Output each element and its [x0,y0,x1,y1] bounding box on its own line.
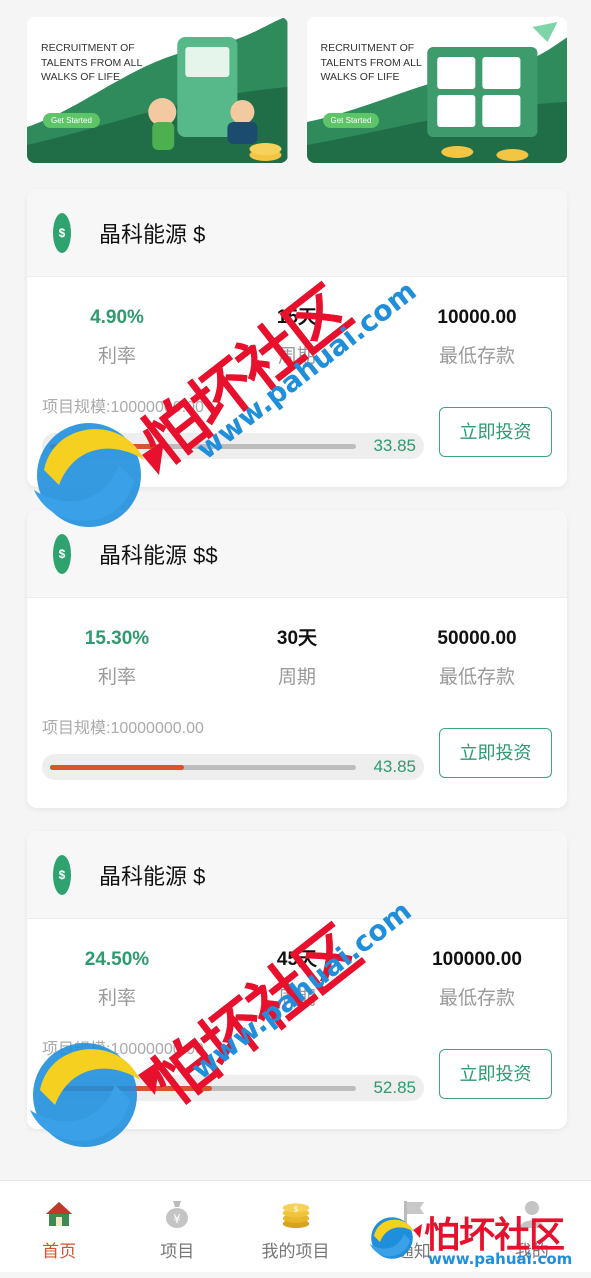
tab-label: 项目 [160,1242,195,1261]
tab-label: 首页 [42,1242,77,1261]
user-icon [517,1199,547,1229]
invest-now-button[interactable]: 立即投资 [439,407,552,457]
banner-text: RECRUITMENT OF TALENTS FROM ALL WALKS OF… [41,42,142,83]
tab-label: 我的项目 [261,1242,330,1261]
banner-illustration [27,17,288,163]
coins-icon: $ [281,1199,311,1229]
min-deposit-value: 10000.00 [437,307,517,328]
min-deposit-label: 最低存款 [438,346,515,367]
banner-recruitment-1[interactable]: RECRUITMENT OF TALENTS FROM ALL WALKS OF… [27,17,288,163]
product-stats: 4.90% 利率 15天周期 10000.00 最低存款 [27,277,567,368]
tab-my-projects[interactable]: $ 我的项目 [236,1181,354,1272]
banner-recruitment-2[interactable]: RECRUITMENT OF TALENTS FROM ALL WALKS OF… [306,17,567,163]
banner-illustration [306,22,567,163]
period-label: 周期 [277,346,316,367]
progress-percent: 52.85 [373,1078,416,1097]
min-deposit-label: 最低存款 [438,667,515,688]
period-label: 周期 [277,667,316,688]
rate-value: 15.30% [84,628,150,649]
invest-now-button[interactable]: 立即投资 [439,728,552,778]
rate-label: 利率 [97,667,136,688]
rate-label: 利率 [97,988,136,1009]
banner-row: RECRUITMENT OF TALENTS FROM ALL WALKS OF… [27,17,567,163]
min-deposit-value: 50000.00 [437,628,517,649]
product-stats: 24.50% 利率 45天周期 100000.00 最低存款 [27,919,567,1010]
card-header: $ 晶科能源 $ [27,831,567,919]
tab-home[interactable]: 首页 [0,1181,118,1272]
rate-value: 24.50% [84,949,150,970]
period-value: 30天 [276,628,318,649]
svg-text:$: $ [293,1204,298,1213]
invest-now-button[interactable]: 立即投资 [439,1049,552,1099]
progress-fill [50,765,185,770]
progress-percent: 33.85 [373,436,416,455]
flag-icon [399,1199,429,1229]
period-label: 周期 [277,988,316,1009]
min-deposit-value: 100000.00 [432,949,522,970]
home-icon [44,1199,74,1229]
progress-percent: 43.85 [373,757,416,776]
get-started-button[interactable]: Get Started [322,113,380,128]
coin-icon: $ [53,212,71,253]
svg-text:¥: ¥ [173,1212,181,1226]
fish-logo-icon [30,1043,160,1147]
card-header: $ 晶科能源 $ [27,189,567,277]
tab-mine[interactable]: 我的 [473,1181,591,1272]
fish-logo-icon [34,423,164,527]
bottom-tab-bar: 首页 ¥ 项目 $ 我的项目 通知 我的 [0,1180,591,1272]
period-value: 15天 [276,307,318,328]
tab-label: 我的 [514,1242,549,1261]
coin-icon: $ [53,854,71,895]
product-name: 晶科能源 $ [99,221,206,247]
tab-label: 通知 [396,1242,431,1261]
project-scale: 项目规模:10000000.00 [42,720,204,737]
period-value: 45天 [276,949,318,970]
tab-notice[interactable]: 通知 [355,1181,473,1272]
banner-text: RECRUITMENT OF TALENTS FROM ALL WALKS OF… [320,42,422,83]
product-card: $ 晶科能源 $$ 15.30% 利率 30天 周期 50000.00 最低存款 项目… [27,510,567,808]
progress-track [50,765,356,770]
money-bag-icon: ¥ [162,1199,192,1229]
rate-label: 利率 [97,346,136,367]
min-deposit-label: 最低存款 [438,988,515,1009]
tab-projects[interactable]: ¥ 项目 [118,1181,236,1272]
product-name: 晶科能源 $ [99,863,206,889]
get-started-button[interactable]: Get Started [43,113,100,128]
progress-bar: 43.85 [42,754,424,780]
product-stats: 15.30% 利率 30天周期 50000.00 最低存款 [27,598,567,689]
rate-value: 4.90% [90,307,144,328]
